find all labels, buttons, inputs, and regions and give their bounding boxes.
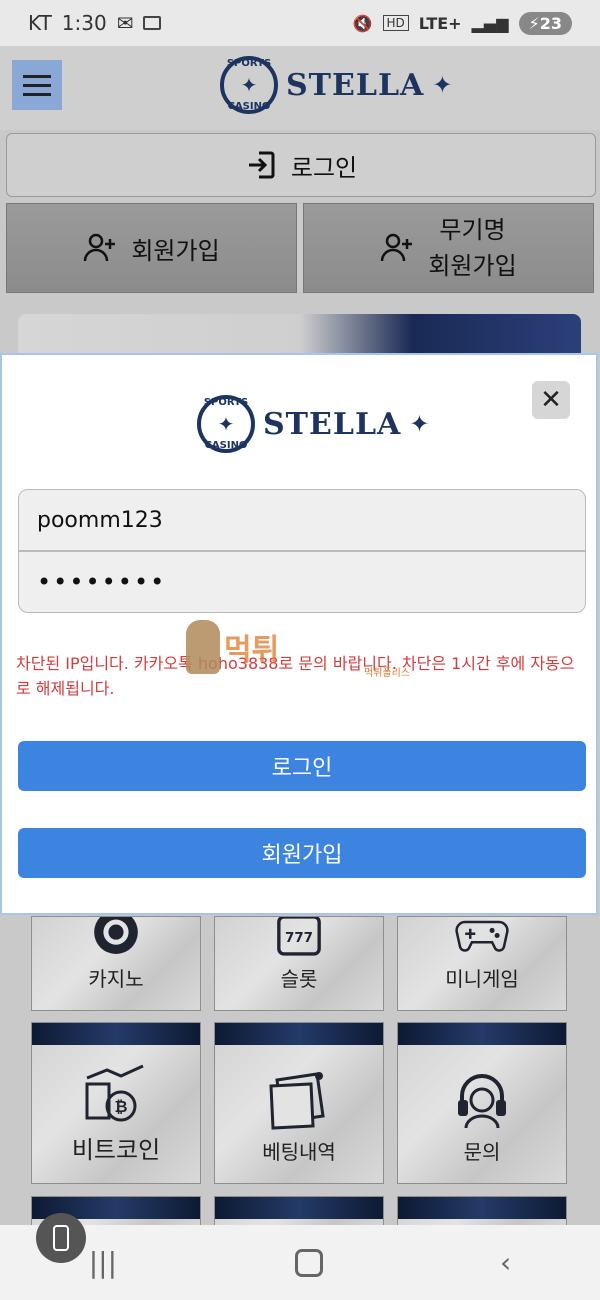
mascot-icon	[186, 620, 220, 674]
tile-slot[interactable]: 777 슬롯	[214, 916, 384, 1011]
clock: 1:30	[61, 11, 107, 35]
star-icon: ✦	[409, 410, 430, 438]
screenshot-icon	[143, 16, 162, 30]
logo-text: STELLA	[286, 67, 425, 103]
add-user-icon	[381, 233, 413, 262]
battery-indicator: ⚡23	[518, 11, 572, 35]
modal-logo: SPORTS ✦ CASINO STELLA ✦	[197, 395, 429, 453]
android-nav-bar: ||| ‹	[0, 1225, 600, 1300]
close-icon[interactable]: ✕	[532, 381, 570, 419]
home-icon[interactable]	[294, 1248, 323, 1277]
signal-icon: ▂▄▆	[471, 13, 509, 33]
watermark: 먹튀 먹튀폴리스	[186, 620, 410, 679]
site-logo[interactable]: SPORTS ✦ CASINO STELLA ✦	[220, 56, 452, 114]
star-icon: ✦	[432, 71, 453, 99]
watermark-text: 먹튀	[224, 633, 280, 668]
tile-bitcoin[interactable]: ₿ 비트코인	[31, 1022, 201, 1184]
poker-chip-icon	[94, 917, 138, 954]
error-message: 차단된 IP입니다. 카카오톡 hoho3838로 문의 바랍니다. 차단은 1…	[16, 654, 575, 698]
password-field[interactable]: ••••••••	[18, 551, 586, 613]
login-label: 로그인	[290, 153, 358, 182]
hamburger-menu-button[interactable]	[12, 60, 62, 110]
anonymous-join-button[interactable]: 무기명 회원가입	[303, 203, 594, 293]
tile-minigame[interactable]: 미니게임	[397, 916, 567, 1011]
login-submit-button[interactable]: 로그인	[18, 741, 586, 791]
add-user-icon	[84, 233, 116, 262]
mail-icon: ✉	[116, 11, 134, 35]
tile-label: 문의	[463, 1140, 501, 1164]
anon-join-label-1: 무기명	[439, 216, 506, 244]
carrier-label: KT	[28, 11, 52, 35]
tile-label: 비트코인	[71, 1136, 161, 1164]
header-login-button[interactable]: 로그인	[6, 133, 596, 197]
tile-label: 미니게임	[445, 967, 519, 991]
bitcoin-icon: ₿	[85, 1064, 144, 1122]
back-icon[interactable]: ‹	[500, 1246, 511, 1279]
join-submit-button[interactable]: 회원가입	[18, 828, 586, 878]
login-modal: ✕ SPORTS ✦ CASINO STELLA ✦ poomm123 ••••…	[0, 353, 598, 915]
username-value: poomm123	[37, 507, 163, 533]
tile-label: 카지노	[88, 967, 144, 991]
tile-inquiry[interactable]: 문의	[397, 1022, 567, 1184]
hd-icon: HD	[382, 15, 409, 31]
password-value: ••••••••	[37, 568, 167, 596]
status-bar: KT 1:30 ✉ 🔇 HD LTE+ ▂▄▆ ⚡23	[0, 0, 600, 46]
tile-casino[interactable]: 카지노	[31, 916, 201, 1011]
username-field[interactable]: poomm123	[18, 489, 586, 551]
join-button[interactable]: 회원가입	[6, 203, 297, 293]
slot-machine-icon: 777	[277, 917, 321, 956]
recent-apps-icon[interactable]: |||	[89, 1246, 117, 1279]
network-label: LTE+	[418, 13, 462, 33]
notes-icon	[269, 1072, 325, 1130]
tile-label: 슬롯	[280, 967, 318, 991]
tile-bet-history[interactable]: 베팅내역	[214, 1022, 384, 1184]
headset-icon	[458, 1074, 506, 1129]
svg-text:₿: ₿	[114, 1097, 127, 1116]
gamepad-icon	[455, 920, 509, 952]
phone-icon	[53, 1225, 69, 1251]
phone-float-button[interactable]	[36, 1213, 86, 1263]
svg-text:777: 777	[285, 931, 313, 946]
site-header: SPORTS ✦ CASINO STELLA ✦	[0, 46, 600, 130]
login-icon	[248, 151, 275, 179]
star-icon: ✦	[217, 412, 235, 436]
tile-label: 베팅내역	[262, 1140, 336, 1164]
watermark-sub: 먹튀폴리스	[364, 668, 410, 679]
mute-icon: 🔇	[352, 13, 373, 33]
star-icon: ✦	[240, 73, 258, 97]
join-label: 회원가입	[131, 236, 220, 265]
logo-text: STELLA	[263, 406, 402, 442]
anon-join-label-2: 회원가입	[428, 252, 517, 280]
